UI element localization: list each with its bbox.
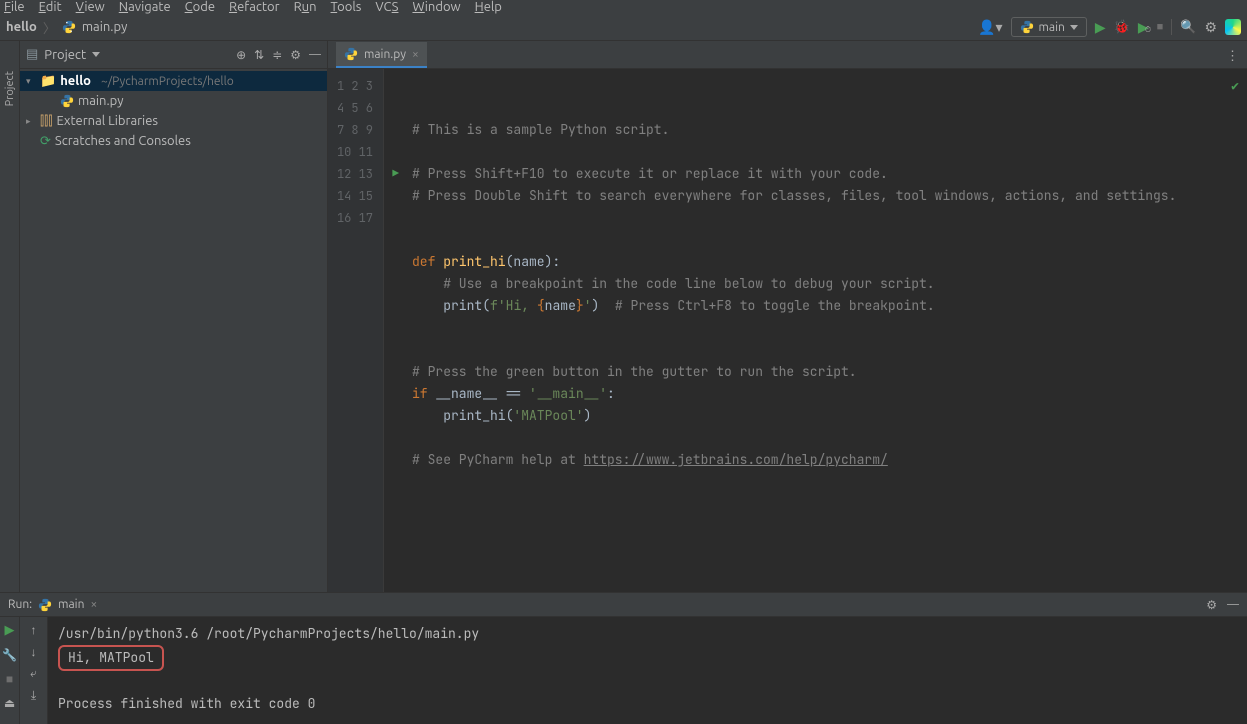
run-button[interactable]: ▶	[1095, 19, 1106, 36]
run-config-label[interactable]: main	[58, 598, 84, 611]
run-tool-window: Run: main × ⚙ — ▶ 🔧 ■ ⏏ ↑ ↓ ⤶ ⤓ /usr/bin…	[0, 592, 1247, 724]
tree-file-main[interactable]: main.py	[20, 91, 327, 111]
run-toolbar-left: ▶ 🔧 ■ ⏏	[0, 617, 20, 724]
left-tool-strip: Project	[0, 41, 20, 592]
rerun-button[interactable]: ▶	[5, 623, 15, 638]
tree-external-libs[interactable]: ▸ ⫿⫿⫿ External Libraries	[20, 111, 327, 131]
menu-edit[interactable]: Edit	[39, 0, 62, 14]
menu-run[interactable]: Run	[294, 0, 317, 14]
breadcrumb: hello 〉 main.py	[6, 18, 127, 37]
inspections-ok-icon[interactable]: ✔	[1231, 75, 1239, 97]
project-panel: ▤ Project ⊕ ⇅ ≑ ⚙ — ▾ 📁 hello ~/PycharmP…	[20, 41, 328, 592]
menu-tools[interactable]: Tools	[331, 0, 362, 14]
toolbar-right: 👤▾ main ▶ 🐞 ▶⏱ ■ 🔍 ⚙	[978, 17, 1241, 37]
navigation-bar: hello 〉 main.py 👤▾ main ▶ 🐞 ▶⏱ ■ 🔍 ⚙	[0, 14, 1247, 41]
run-panel-label: Run:	[8, 598, 32, 611]
select-opened-file-icon[interactable]: ⊕	[236, 48, 246, 62]
menu-bar: File Edit View Navigate Code Refactor Ru…	[0, 0, 1247, 14]
breadcrumb-project[interactable]: hello	[6, 20, 37, 34]
run-toolbar-left2: ↑ ↓ ⤶ ⤓	[20, 617, 48, 724]
python-file-icon	[62, 20, 76, 34]
editor-gutter[interactable]: 1 2 3 4 5 6 7 8 9 10 11 12 13▶ 14 15 16 …	[328, 69, 384, 592]
debug-button[interactable]: 🐞	[1114, 20, 1130, 35]
library-icon: ⫿⫿⫿	[40, 114, 52, 129]
close-run-tab-icon[interactable]: ×	[90, 598, 97, 611]
menu-help[interactable]: Help	[475, 0, 502, 14]
menu-view[interactable]: View	[76, 0, 105, 14]
editor-tab-main[interactable]: main.py ×	[336, 42, 427, 68]
search-icon[interactable]: 🔍	[1180, 20, 1196, 35]
expand-all-icon[interactable]: ⇅	[254, 48, 264, 62]
stop-icon: ■	[6, 672, 13, 686]
close-tab-icon[interactable]: ×	[412, 48, 419, 61]
run-config-selector[interactable]: main	[1011, 17, 1087, 37]
menu-refactor[interactable]: Refactor	[229, 0, 280, 14]
stop-button: ■	[1157, 21, 1164, 33]
project-view-icon: ▤	[26, 47, 38, 62]
project-tree: ▾ 📁 hello ~/PycharmProjects/hello main.p…	[20, 69, 327, 151]
python-file-icon	[344, 47, 358, 61]
menu-code[interactable]: Code	[185, 0, 215, 14]
down-icon[interactable]: ↓	[31, 645, 37, 659]
python-file-icon	[1020, 20, 1034, 34]
breadcrumb-file[interactable]: main.py	[82, 20, 128, 34]
user-icon[interactable]: 👤▾	[978, 19, 1002, 36]
python-file-icon	[60, 94, 74, 108]
project-tool-button[interactable]: Project	[4, 71, 16, 106]
scratch-icon: ⟳	[40, 134, 51, 149]
collapse-all-icon[interactable]: ≑	[272, 48, 282, 62]
editor-tabbar: main.py × ⋮	[328, 41, 1247, 69]
editor-area: main.py × ⋮ 1 2 3 4 5 6 7 8 9 10 11 12 1…	[328, 41, 1247, 592]
scroll-end-icon[interactable]: ⤓	[31, 689, 36, 703]
wrench-icon[interactable]: 🔧	[2, 648, 17, 662]
run-panel-settings-icon[interactable]: ⚙	[1206, 598, 1217, 612]
hide-panel-icon[interactable]: —	[309, 48, 321, 61]
menu-file[interactable]: File	[4, 0, 25, 14]
folder-icon: 📁	[40, 74, 56, 89]
tree-root[interactable]: ▾ 📁 hello ~/PycharmProjects/hello	[20, 71, 327, 91]
menu-navigate[interactable]: Navigate	[119, 0, 171, 14]
hide-run-panel-icon[interactable]: —	[1227, 598, 1239, 612]
up-icon[interactable]: ↑	[31, 623, 37, 637]
exit-icon[interactable]: ⏏	[4, 696, 15, 710]
settings-icon[interactable]: ⚙	[1204, 19, 1217, 36]
chevron-down-icon	[1070, 25, 1078, 30]
breadcrumb-separator-icon: 〉	[43, 18, 56, 37]
menu-vcs[interactable]: VCS	[375, 0, 398, 14]
soft-wrap-icon[interactable]: ⤶	[30, 667, 37, 681]
menu-window[interactable]: Window	[412, 0, 460, 14]
console-output[interactable]: /usr/bin/python3.6 /root/PycharmProjects…	[48, 617, 1247, 724]
pycharm-logo-icon[interactable]	[1225, 19, 1241, 35]
run-config-name: main	[1039, 21, 1065, 34]
chevron-down-icon[interactable]	[92, 52, 100, 57]
editor-more-icon[interactable]: ⋮	[1218, 45, 1247, 68]
tree-scratches[interactable]: ⟳ Scratches and Consoles	[20, 131, 327, 151]
highlighted-output: Hi, MATPool	[58, 645, 164, 671]
run-coverage-button[interactable]: ▶⏱	[1138, 19, 1149, 36]
code-editor[interactable]: ✔ # This is a sample Python script. # Pr…	[384, 69, 1247, 592]
panel-settings-icon[interactable]: ⚙	[290, 48, 301, 62]
python-file-icon	[38, 598, 52, 612]
project-panel-title: Project	[44, 48, 86, 62]
